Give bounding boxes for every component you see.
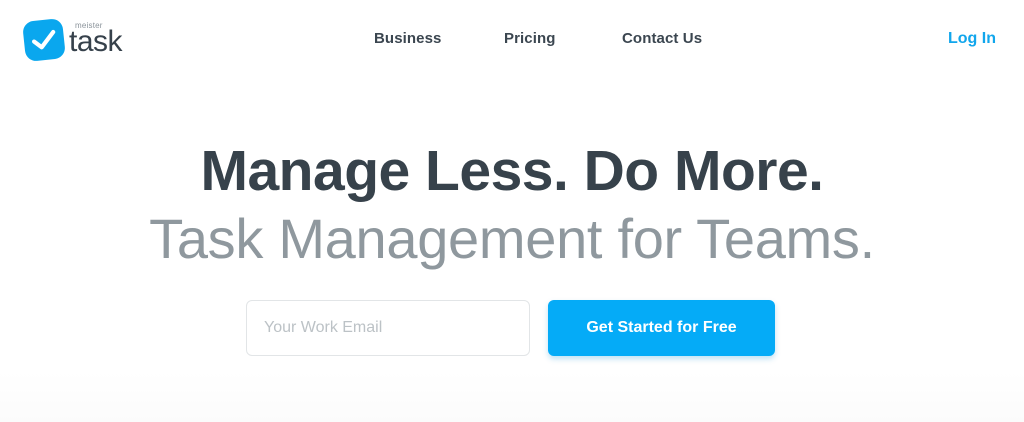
hero-subtitle: Task Management for Teams.	[149, 207, 875, 270]
main-nav: Business Pricing Contact Us	[0, 30, 1024, 50]
nav-item-pricing[interactable]: Pricing	[504, 30, 556, 47]
get-started-button[interactable]: Get Started for Free	[548, 300, 775, 356]
landing-page: meister task Business Pricing Contact Us…	[0, 0, 1024, 422]
nav-item-business[interactable]: Business	[374, 30, 442, 47]
nav-item-contact-us[interactable]: Contact Us	[622, 30, 702, 47]
work-email-input[interactable]	[246, 300, 530, 356]
hero-title: Manage Less. Do More.	[200, 139, 825, 203]
login-link[interactable]: Log In	[948, 30, 996, 48]
